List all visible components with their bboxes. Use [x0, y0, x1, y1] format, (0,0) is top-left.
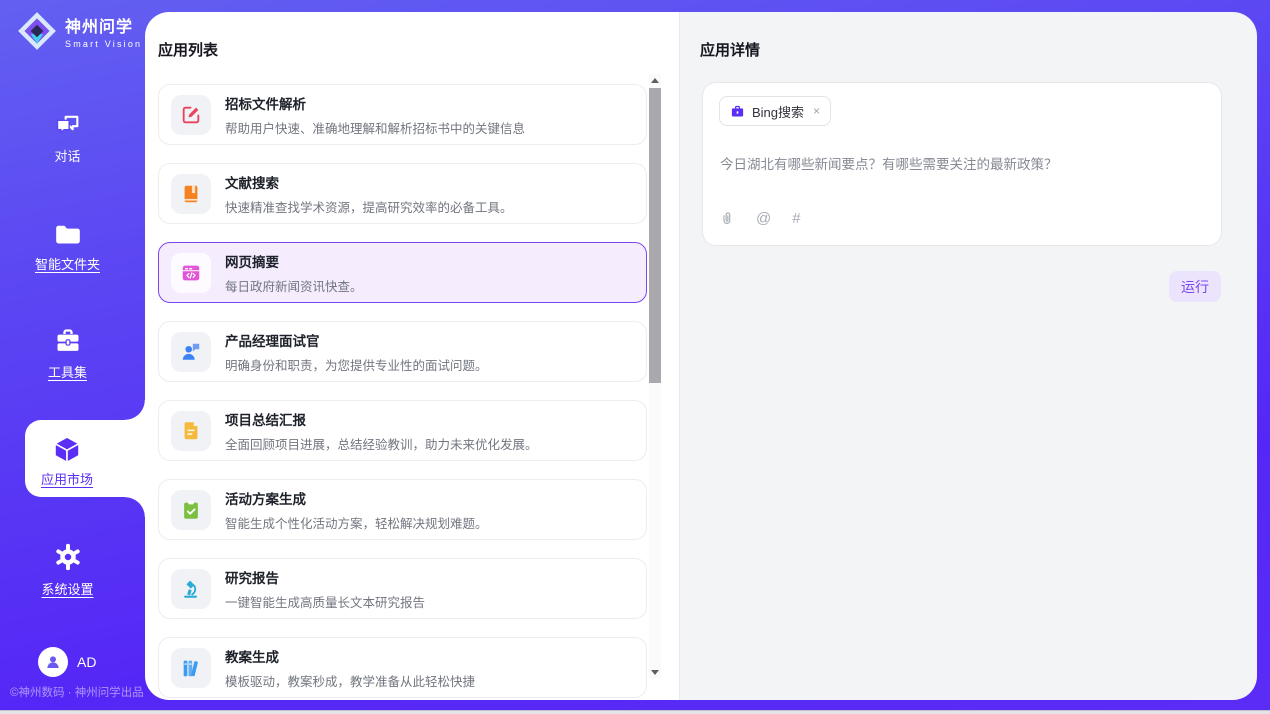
window-bottom-edge: [0, 710, 1270, 714]
sidebar-item-label: 应用市场: [25, 469, 109, 488]
prompt-input-card[interactable]: Bing搜索 × 今日湖北有哪些新闻要点？有哪些需要关注的最新政策？ @ #: [702, 82, 1222, 246]
app-icon-box: [171, 569, 211, 609]
hash-icon[interactable]: #: [792, 210, 800, 227]
app-card-bid-parsing[interactable]: 招标文件解析 帮助用户快速、准确地理解和解析招标书中的关键信息: [158, 84, 647, 145]
sidebar-item-smart-folder[interactable]: 智能文件夹: [0, 221, 135, 273]
content-area: 应用列表 招标文件解析 帮助用户快速、准确地理解和解析招标书中的关键信息: [145, 12, 1257, 700]
book-icon: [180, 183, 202, 205]
sidebar: 神州问学 Smart Vision 对话 智能文件夹 工具集 应用市场: [0, 0, 145, 710]
books-icon: [180, 657, 202, 679]
copyright-text: ©神州数码 · 神州问学出品: [10, 684, 145, 700]
sidebar-item-label: 工具集: [0, 362, 135, 381]
edit-document-icon: [180, 104, 202, 126]
app-card-lesson-plan[interactable]: 教案生成 模板驱动，教案秒成，教学准备从此轻松快捷: [158, 637, 647, 698]
app-desc: 全面回顾项目进展，总结经验教训，助力未来优化发展。: [225, 434, 538, 453]
app-icon-box: [171, 253, 211, 293]
paperclip-icon[interactable]: [719, 210, 735, 227]
app-detail-panel: 应用详情 Bing搜索 × 今日湖北有哪些新闻要点？有哪些需要关注的最新政策？ …: [680, 12, 1257, 700]
microscope-icon: [180, 578, 202, 600]
brand-tagline: Smart Vision: [65, 39, 142, 49]
app-card-project-summary[interactable]: 项目总结汇报 全面回顾项目进展，总结经验教训，助力未来优化发展。: [158, 400, 647, 461]
user-initials: AD: [77, 654, 96, 670]
sidebar-item-settings[interactable]: 系统设置: [0, 542, 135, 598]
app-icon-box: [171, 648, 211, 688]
app-desc: 每日政府新闻资讯快查。: [225, 276, 363, 295]
gear-icon: [53, 542, 83, 572]
app-name: 文献搜索: [225, 172, 513, 192]
folder-icon: [53, 221, 83, 247]
app-icon-box: [171, 95, 211, 135]
chat-icon: [53, 111, 83, 139]
app-card-literature-search[interactable]: 文献搜索 快速精准查找学术资源，提高研究效率的必备工具。: [158, 163, 647, 224]
scrollbar: [649, 74, 661, 678]
app-desc: 快速精准查找学术资源，提高研究效率的必备工具。: [225, 197, 513, 216]
scroll-down-icon[interactable]: [649, 666, 661, 678]
clipboard-check-icon: [180, 499, 202, 521]
avatar: [38, 647, 68, 677]
app-name: 活动方案生成: [225, 488, 488, 508]
scrollbar-thumb[interactable]: [649, 88, 661, 383]
cube-icon: [51, 433, 83, 465]
app-desc: 智能生成个性化活动方案，轻松解决规划难题。: [225, 513, 488, 532]
app-desc: 明确身份和职责，为您提供专业性的面试问题。: [225, 355, 488, 374]
app-desc: 一键智能生成高质量长文本研究报告: [225, 592, 425, 611]
app-card-web-summary[interactable]: 网页摘要 每日政府新闻资讯快查。: [158, 242, 647, 303]
app-card-research-report[interactable]: 研究报告 一键智能生成高质量长文本研究报告: [158, 558, 647, 619]
app-card-event-plan[interactable]: 活动方案生成 智能生成个性化活动方案，轻松解决规划难题。: [158, 479, 647, 540]
brand-name: 神州问学: [65, 13, 142, 37]
app-name: 网页摘要: [225, 251, 363, 271]
app-name: 教案生成: [225, 646, 475, 666]
app-icon-box: [171, 332, 211, 372]
scroll-up-icon[interactable]: [649, 74, 661, 86]
note-icon: [180, 420, 202, 442]
sidebar-item-app-market[interactable]: 应用市场: [25, 420, 145, 497]
briefcase-icon: [730, 104, 745, 119]
app-card-pm-interviewer[interactable]: 产品经理面试官 明确身份和职责，为您提供专业性的面试问题。: [158, 321, 647, 382]
app-logo: 神州问学 Smart Vision: [16, 10, 142, 52]
app-name: 产品经理面试官: [225, 330, 488, 350]
diamond-logo-icon: [16, 10, 58, 52]
app-desc: 模板驱动，教案秒成，教学准备从此轻松快捷: [225, 671, 475, 690]
app-detail-title: 应用详情: [700, 39, 760, 60]
app-desc: 帮助用户快速、准确地理解和解析招标书中的关键信息: [225, 118, 525, 137]
app-name: 招标文件解析: [225, 93, 525, 113]
sidebar-item-chat[interactable]: 对话: [0, 111, 135, 165]
app-card-list: 招标文件解析 帮助用户快速、准确地理解和解析招标书中的关键信息 文献搜索 快速精…: [158, 84, 647, 698]
sidebar-item-label: 对话: [0, 146, 135, 165]
mention-icon[interactable]: @: [756, 210, 771, 227]
app-icon-box: [171, 174, 211, 214]
sidebar-item-toolset[interactable]: 工具集: [0, 327, 135, 381]
tool-tag-bing-search[interactable]: Bing搜索 ×: [719, 96, 831, 126]
person-icon: [44, 653, 62, 671]
sidebar-item-label: 智能文件夹: [0, 254, 135, 273]
app-icon-box: [171, 411, 211, 451]
toolbox-icon: [53, 327, 83, 355]
interviewer-icon: [180, 341, 202, 363]
run-button[interactable]: 运行: [1169, 271, 1221, 302]
close-icon[interactable]: ×: [813, 104, 820, 118]
app-list-title: 应用列表: [158, 39, 218, 60]
web-code-icon: [180, 262, 202, 284]
app-icon-box: [171, 490, 211, 530]
sidebar-item-label: 系统设置: [0, 579, 135, 598]
input-toolbar: @ #: [719, 210, 801, 227]
user-chip[interactable]: AD: [38, 647, 96, 677]
app-name: 研究报告: [225, 567, 425, 587]
prompt-text[interactable]: 今日湖北有哪些新闻要点？有哪些需要关注的最新政策？: [720, 153, 1205, 173]
app-name: 项目总结汇报: [225, 409, 538, 429]
tool-tag-label: Bing搜索: [752, 102, 804, 121]
app-list-panel: 应用列表 招标文件解析 帮助用户快速、准确地理解和解析招标书中的关键信息: [145, 12, 680, 700]
